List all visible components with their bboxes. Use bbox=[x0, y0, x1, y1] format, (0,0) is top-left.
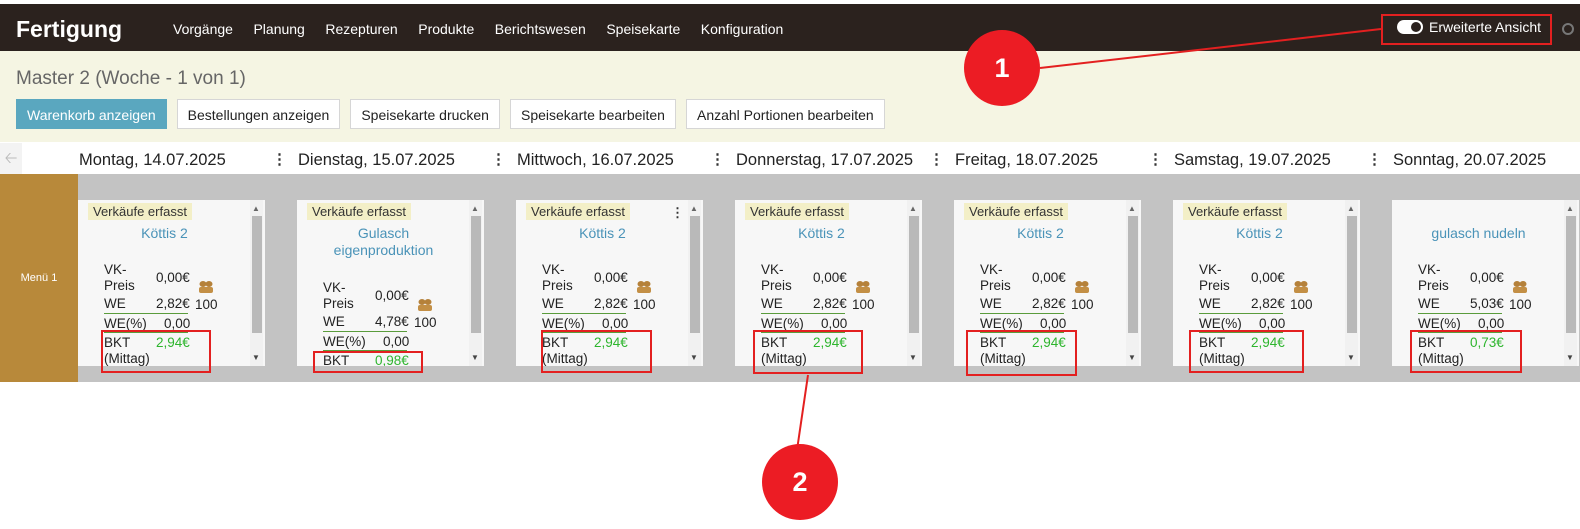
callout-1: 1 bbox=[964, 30, 1040, 106]
callout-1-line bbox=[1039, 28, 1382, 69]
callout-2: 2 bbox=[762, 444, 838, 520]
callout-2-line bbox=[796, 374, 809, 451]
